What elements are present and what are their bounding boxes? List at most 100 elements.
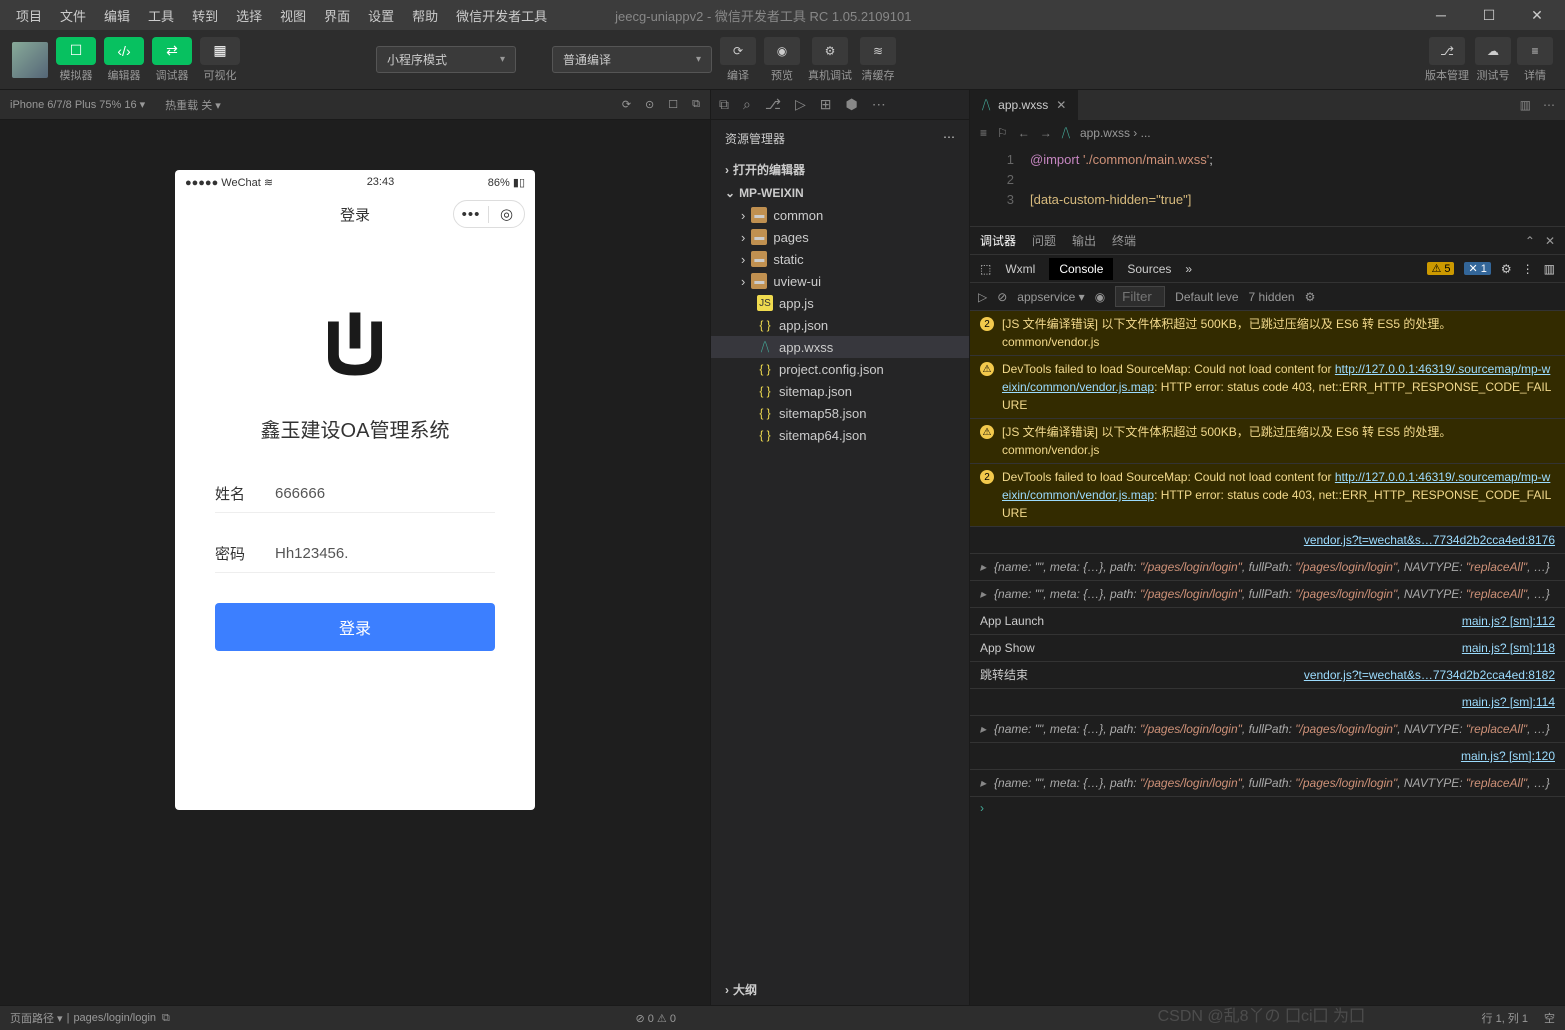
menu-选择[interactable]: 选择 — [228, 2, 270, 29]
menu-界面[interactable]: 界面 — [316, 2, 358, 29]
simulator-button[interactable]: ☐ — [56, 37, 96, 65]
folder-pages[interactable]: ›▬pages — [711, 226, 969, 248]
tab-sources[interactable]: Sources — [1117, 258, 1181, 280]
console-prompt[interactable]: › — [970, 797, 1565, 819]
folder-static[interactable]: ›▬static — [711, 248, 969, 270]
login-button[interactable]: 登录 — [215, 603, 495, 651]
tab-console[interactable]: Console — [1049, 258, 1113, 280]
details-button[interactable]: ≡ — [1517, 37, 1553, 65]
menu-工具[interactable]: 工具 — [140, 2, 182, 29]
open-editors-section[interactable]: ›打开的编辑器 — [711, 157, 969, 182]
menu-视图[interactable]: 视图 — [272, 2, 314, 29]
tab-problems[interactable]: 问题 — [1032, 232, 1056, 249]
gear-icon[interactable]: ⚙ — [1305, 290, 1316, 304]
debug-icon[interactable]: ▷ — [795, 96, 806, 113]
console-body[interactable]: 2[JS 文件编译错误] 以下文件体积超过 500KB，已跳过压缩以及 ES6 … — [970, 311, 1565, 1005]
menu-转到[interactable]: 转到 — [184, 2, 226, 29]
close-icon[interactable]: ✕ — [1056, 98, 1066, 112]
file-app.json[interactable]: { }app.json — [711, 314, 969, 336]
tab-debugger[interactable]: 调试器 — [980, 232, 1016, 249]
more-icon[interactable]: ⋯ — [1543, 98, 1555, 112]
level-dropdown[interactable]: Default leve — [1175, 290, 1238, 304]
remote-debug-button[interactable]: ⚙ — [812, 37, 848, 65]
menu-编辑[interactable]: 编辑 — [96, 2, 138, 29]
more-actions-icon[interactable]: ⋯ — [943, 130, 955, 147]
hidden-count[interactable]: 7 hidden — [1249, 290, 1295, 304]
more-tabs-icon[interactable]: » — [1185, 262, 1192, 276]
phone-icon[interactable]: ☐ — [668, 98, 678, 111]
file-sitemap64.json[interactable]: { }sitemap64.json — [711, 424, 969, 446]
avatar[interactable] — [12, 42, 48, 78]
kebab-icon[interactable]: ⋮ — [1522, 262, 1534, 276]
compile-button[interactable]: ⟳ — [720, 37, 756, 65]
tab-terminal[interactable]: 终端 — [1112, 232, 1136, 249]
git-icon[interactable]: ⎇ — [765, 96, 781, 113]
forward-icon[interactable]: → — [1040, 126, 1052, 140]
back-icon[interactable]: ← — [1018, 126, 1030, 140]
clear-cache-button[interactable]: ≋ — [860, 37, 896, 65]
list-icon[interactable]: ≡ — [980, 126, 987, 140]
filter-input[interactable] — [1115, 286, 1165, 307]
log-entry: ⚠DevTools failed to load SourceMap: Coul… — [970, 356, 1565, 419]
editor-button[interactable]: ‹/› — [104, 37, 144, 65]
file-app.wxss[interactable]: ⧸⧹app.wxss — [711, 336, 969, 358]
outline-section[interactable]: ›大纲 — [711, 977, 971, 1002]
capsule[interactable]: •••◎ — [453, 200, 525, 228]
breadcrumb: ≡ ⚐ ← → ⧸⧹app.wxss › ... — [970, 120, 1565, 146]
file-app.js[interactable]: JSapp.js — [711, 292, 969, 314]
testid-button[interactable]: ☁ — [1475, 37, 1511, 65]
eye-icon[interactable]: ◉ — [1095, 290, 1105, 304]
debugger-button[interactable]: ⇄ — [152, 37, 192, 65]
hot-reload-toggle[interactable]: 热重载 关 ▾ — [165, 97, 221, 113]
app-title: 鑫玉建设OA管理系统 — [215, 414, 495, 443]
tab-app-wxss[interactable]: ⧸⧹app.wxss✕ — [970, 90, 1079, 120]
folder-common[interactable]: ›▬common — [711, 204, 969, 226]
tab-wxml[interactable]: Wxml — [995, 258, 1045, 280]
copy-icon[interactable]: ⧉ — [162, 1012, 170, 1025]
refresh-icon[interactable]: ⟳ — [622, 98, 631, 111]
file-sitemap58.json[interactable]: { }sitemap58.json — [711, 402, 969, 424]
popout-icon[interactable]: ⧉ — [692, 98, 700, 111]
bookmark-icon[interactable]: ⚐ — [997, 126, 1008, 140]
chevron-up-icon[interactable]: ⌃ — [1525, 234, 1535, 248]
back-icon[interactable]: ⊙ — [645, 98, 654, 111]
page-path-label[interactable]: 页面路径 ▾ — [10, 1010, 63, 1026]
device-selector[interactable]: iPhone 6/7/8 Plus 75% 16 ▾ — [10, 98, 145, 111]
project-section[interactable]: ⌄MP-WEIXIN — [711, 182, 969, 204]
file-project.config.json[interactable]: { }project.config.json — [711, 358, 969, 380]
more-icon[interactable]: ⋯ — [872, 96, 886, 113]
search-icon[interactable]: ⌕ — [743, 96, 751, 113]
file-sitemap.json[interactable]: { }sitemap.json — [711, 380, 969, 402]
visual-button[interactable]: ▦ — [200, 37, 240, 65]
password-input[interactable]: Hh123456. — [275, 545, 348, 562]
ext-icon[interactable]: ⊞ — [820, 96, 832, 113]
clear-icon[interactable]: ⊘ — [997, 290, 1007, 304]
compile-dropdown[interactable]: 普通编译▾ — [552, 46, 712, 73]
log-entry: ▸{name: "", meta: {…}, path: "/pages/log… — [970, 554, 1565, 581]
tab-output[interactable]: 输出 — [1072, 232, 1096, 249]
inspect-icon[interactable]: ⬚ — [980, 262, 991, 276]
play-icon[interactable]: ▷ — [978, 290, 987, 304]
menu-项目[interactable]: 项目 — [8, 2, 50, 29]
preview-button[interactable]: ◉ — [764, 37, 800, 65]
name-input[interactable]: 666666 — [275, 485, 325, 502]
menu-微信开发者工具[interactable]: 微信开发者工具 — [448, 2, 555, 29]
context-dropdown[interactable]: appservice ▾ — [1017, 290, 1084, 304]
menu-设置[interactable]: 设置 — [360, 2, 402, 29]
menu-文件[interactable]: 文件 — [52, 2, 94, 29]
menu-帮助[interactable]: 帮助 — [404, 2, 446, 29]
maximize-button[interactable]: ☐ — [1469, 0, 1509, 30]
docker-icon[interactable]: ⬢ — [846, 96, 858, 113]
mode-dropdown[interactable]: 小程序模式▾ — [376, 46, 516, 73]
error-count[interactable]: ⊘ 0 ⚠ 0 — [635, 1012, 675, 1025]
minimize-button[interactable]: ─ — [1421, 0, 1461, 30]
close-button[interactable]: ✕ — [1517, 0, 1557, 30]
split-icon[interactable]: ▥ — [1520, 98, 1531, 112]
dock-icon[interactable]: ▥ — [1544, 262, 1555, 276]
code-editor[interactable]: 1@import './common/main.wxss'; 2 3[data-… — [970, 146, 1565, 226]
close-icon[interactable]: ✕ — [1545, 234, 1555, 248]
version-button[interactable]: ⎇ — [1429, 37, 1465, 65]
folder-uview-ui[interactable]: ›▬uview-ui — [711, 270, 969, 292]
gear-icon[interactable]: ⚙ — [1501, 262, 1512, 276]
files-icon[interactable]: ⧉ — [719, 96, 729, 113]
